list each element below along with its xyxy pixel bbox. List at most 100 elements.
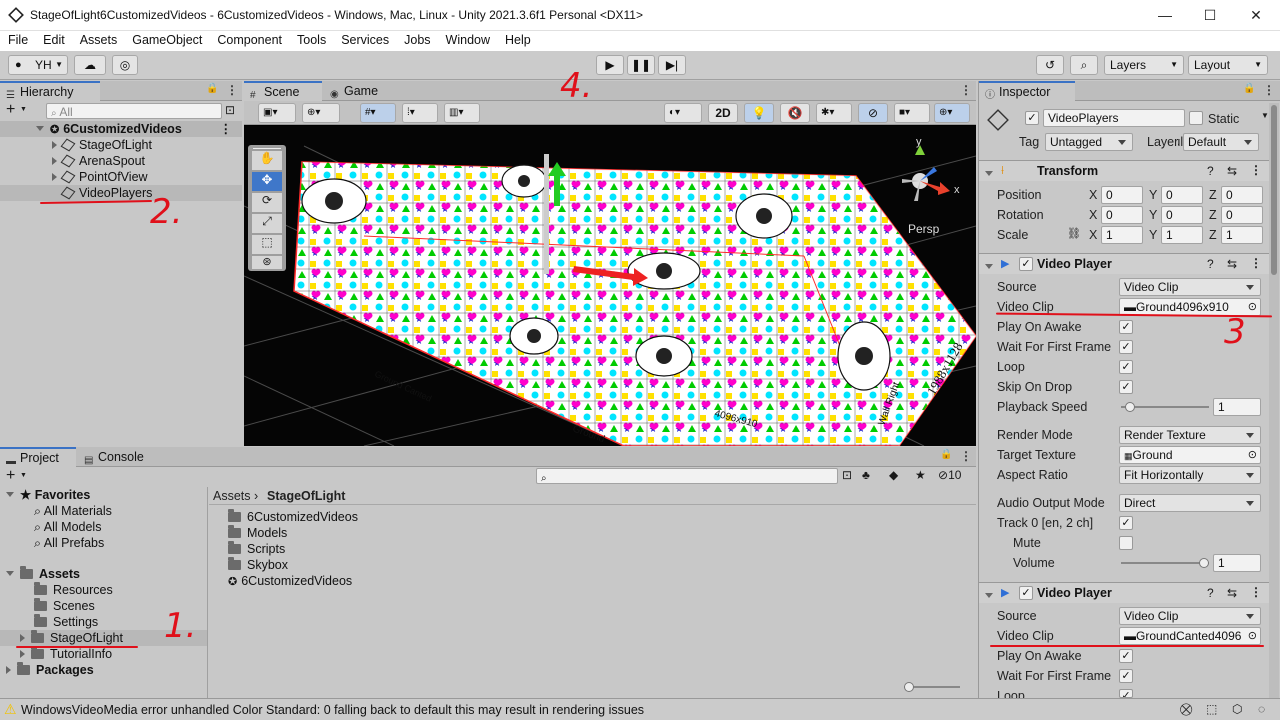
target-texture-field[interactable]: ▦Ground ⊙ bbox=[1119, 446, 1261, 464]
loop-checkbox[interactable]: ✓ bbox=[1119, 360, 1133, 374]
asset-item[interactable]: 6CustomizedVideos bbox=[228, 509, 358, 525]
slider-handle[interactable] bbox=[1125, 402, 1135, 412]
static-checkbox[interactable] bbox=[1189, 111, 1203, 125]
expand-icon[interactable] bbox=[20, 650, 25, 658]
presets-icon[interactable]: ⇆ bbox=[1227, 586, 1237, 600]
scrollbar-thumb[interactable] bbox=[1271, 105, 1277, 275]
help-icon[interactable]: ? bbox=[1207, 164, 1214, 178]
wait-first-frame-checkbox[interactable]: ✓ bbox=[1119, 340, 1133, 354]
skip-on-drop-checkbox[interactable]: ✓ bbox=[1119, 380, 1133, 394]
assets-header[interactable]: Assets bbox=[6, 566, 80, 582]
lock-icon[interactable]: 🔒 bbox=[940, 449, 952, 460]
ruler-dropdown[interactable]: ▥▾ bbox=[444, 103, 480, 123]
orientation-gizmo[interactable]: y x bbox=[888, 136, 968, 217]
menu-help[interactable]: Help bbox=[497, 31, 538, 50]
more-options-icon[interactable]: ⋮ bbox=[226, 83, 238, 97]
rotation-z-field[interactable]: 0 bbox=[1221, 206, 1263, 224]
tab-project[interactable]: ▬ Project bbox=[0, 447, 76, 467]
menu-tools[interactable]: Tools bbox=[289, 31, 333, 50]
favorite-item[interactable]: ⌕ All Prefabs bbox=[34, 535, 104, 551]
video-player-header-2[interactable]: ▶ ✓ Video Player ? ⇆ ⋮ bbox=[979, 582, 1269, 603]
minimize-button[interactable]: — bbox=[1143, 4, 1187, 26]
favorite-item[interactable]: ⌕ All Models bbox=[34, 519, 101, 535]
source-dropdown[interactable]: Video Clip bbox=[1119, 607, 1261, 625]
add-icon[interactable]: + bbox=[6, 467, 15, 485]
expand-icon[interactable] bbox=[6, 492, 14, 497]
hierarchy-search-input[interactable]: ⌕ All bbox=[46, 103, 222, 119]
pause-button[interactable]: ❚❚ bbox=[627, 55, 655, 75]
wait-first-frame-checkbox[interactable]: ✓ bbox=[1119, 669, 1133, 683]
gizmos-dropdown[interactable]: ⊕▾ bbox=[934, 103, 970, 123]
link-icon[interactable]: ⛓ bbox=[1067, 227, 1081, 240]
presets-icon[interactable]: ⇆ bbox=[1227, 257, 1237, 271]
toggle-2d-button[interactable]: 2D bbox=[708, 103, 738, 123]
lock-icon[interactable]: 🔒 bbox=[206, 83, 218, 94]
component-enabled-checkbox[interactable]: ✓ bbox=[1019, 586, 1033, 600]
tab-scene[interactable]: # Scene bbox=[244, 81, 322, 101]
track-enabled-checkbox[interactable]: ✓ bbox=[1119, 516, 1133, 530]
audio-output-dropdown[interactable]: Direct bbox=[1119, 494, 1261, 512]
rotation-y-field[interactable]: 0 bbox=[1161, 206, 1203, 224]
more-options-icon[interactable]: ⋮ bbox=[1250, 256, 1262, 270]
rect-tool[interactable]: ⬚ bbox=[252, 235, 282, 254]
packages-header[interactable]: Packages bbox=[6, 662, 94, 678]
hierarchy-item-pointofview[interactable]: PointOfView bbox=[52, 169, 148, 185]
history-button[interactable]: ↺ bbox=[1036, 55, 1064, 75]
menu-edit[interactable]: Edit bbox=[35, 31, 72, 50]
scale-y-field[interactable]: 1 bbox=[1161, 226, 1203, 244]
playback-speed-field[interactable]: 1 bbox=[1213, 398, 1261, 416]
object-picker-icon[interactable]: ⊙ bbox=[1248, 447, 1257, 463]
draw-mode-dropdown[interactable]: ▣▾ bbox=[258, 103, 296, 123]
snap-increment-dropdown[interactable]: ⁞▾ bbox=[402, 103, 438, 123]
scale-tool[interactable]: ⤢ bbox=[252, 214, 282, 233]
filter-type-icon[interactable]: ♣ bbox=[862, 468, 870, 482]
step-button[interactable]: ▶| bbox=[658, 55, 686, 75]
help-icon[interactable]: ? bbox=[1207, 257, 1214, 271]
scale-z-field[interactable]: 1 bbox=[1221, 226, 1263, 244]
debug-icon[interactable]: ⛒ bbox=[1180, 702, 1192, 717]
transform-header[interactable]: ⟊ Transform ? ⇆ ⋮ bbox=[979, 160, 1269, 181]
effects-dropdown[interactable]: ✱▾ bbox=[816, 103, 852, 123]
cache-icon[interactable]: ◌ bbox=[1258, 702, 1265, 716]
presets-icon[interactable]: ⇆ bbox=[1227, 164, 1237, 178]
help-icon[interactable]: ? bbox=[1207, 586, 1214, 600]
expand-icon[interactable] bbox=[6, 666, 11, 674]
expand-icon[interactable] bbox=[52, 141, 57, 149]
menu-component[interactable]: Component bbox=[209, 31, 289, 50]
more-options-icon[interactable]: ⋮ bbox=[1250, 163, 1262, 177]
network-icon[interactable]: ⬚ bbox=[1206, 702, 1217, 716]
position-y-field[interactable]: 0 bbox=[1161, 186, 1203, 204]
folder-item[interactable]: TutorialInfo bbox=[20, 646, 112, 662]
active-checkbox[interactable]: ✓ bbox=[1025, 111, 1039, 125]
volume-field[interactable]: 1 bbox=[1213, 554, 1261, 572]
menu-file[interactable]: File bbox=[0, 31, 35, 50]
more-options-icon[interactable]: ⋮ bbox=[220, 121, 233, 137]
tab-console[interactable]: ▤ Console bbox=[78, 447, 162, 467]
source-dropdown[interactable]: Video Clip bbox=[1119, 278, 1261, 296]
object-picker-icon[interactable]: ⊙ bbox=[1247, 628, 1257, 644]
tab-game[interactable]: ◉ Game bbox=[324, 81, 394, 101]
more-options-icon[interactable]: ⋮ bbox=[960, 83, 972, 97]
hierarchy-item-arenaspout[interactable]: ArenaSpout bbox=[52, 153, 145, 169]
scene-search-icon[interactable]: ⊡ bbox=[225, 103, 235, 117]
hidden-objects-toggle[interactable]: ⊘ bbox=[858, 103, 888, 123]
breadcrumb-assets[interactable]: Assets bbox=[213, 488, 251, 504]
asset-item[interactable]: Scripts bbox=[228, 541, 285, 557]
menu-jobs[interactable]: Jobs bbox=[396, 31, 437, 50]
maximize-button[interactable]: ☐ bbox=[1188, 4, 1232, 26]
more-options-icon[interactable]: ⋮ bbox=[1250, 585, 1262, 599]
chevron-down-icon[interactable]: ▼ bbox=[20, 472, 27, 479]
volume-slider[interactable] bbox=[1121, 558, 1209, 568]
close-button[interactable]: ✕ bbox=[1234, 4, 1278, 26]
expand-icon[interactable] bbox=[52, 157, 57, 165]
progress-icon[interactable]: ⬡ bbox=[1232, 702, 1242, 716]
menu-window[interactable]: Window bbox=[438, 31, 497, 50]
menu-services[interactable]: Services bbox=[333, 31, 396, 50]
add-icon[interactable]: + bbox=[6, 101, 15, 119]
search-button[interactable]: ⌕ bbox=[1070, 55, 1098, 75]
rotate-tool[interactable]: ⟳ bbox=[252, 193, 282, 212]
tab-inspector[interactable]: ⓘ Inspector bbox=[979, 81, 1075, 101]
object-name-field[interactable]: VideoPlayers bbox=[1043, 109, 1185, 127]
mute-checkbox[interactable] bbox=[1119, 536, 1133, 550]
asset-item[interactable]: Models bbox=[228, 525, 287, 541]
